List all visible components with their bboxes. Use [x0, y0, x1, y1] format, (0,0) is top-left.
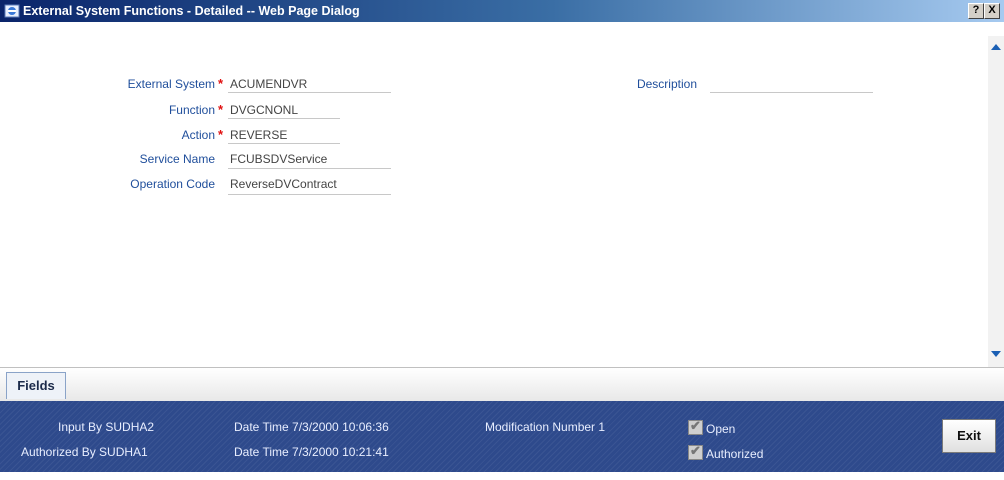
help-button[interactable]: ? [968, 3, 984, 19]
window-title: External System Functions - Detailed -- … [23, 4, 360, 18]
external-system-label: External System [127, 77, 215, 91]
service-name-field[interactable]: FCUBSDVService [230, 152, 327, 166]
action-field[interactable]: REVERSE [230, 128, 287, 142]
audit-footer: Input By SUDHA2 Authorized By SUDHA1 Dat… [0, 401, 1004, 472]
tab-strip: Fields [0, 367, 1004, 401]
input-by-text: Input By SUDHA2 [58, 420, 155, 434]
open-label: Open [706, 422, 736, 436]
function-underline [228, 118, 340, 119]
service-name-underline [228, 168, 391, 169]
exit-button[interactable]: Exit [942, 419, 996, 453]
operation-code-underline [228, 194, 391, 195]
external-system-underline [228, 92, 391, 93]
function-label: Function [168, 103, 215, 117]
open-checkbox[interactable]: ✔ [688, 418, 703, 435]
required-marker: * [218, 102, 224, 117]
scroll-up-arrow-icon[interactable] [991, 44, 1001, 50]
authorized-label: Authorized [706, 447, 764, 461]
service-name-label: Service Name [139, 152, 215, 166]
action-label: Action [181, 128, 215, 142]
modification-number-text: Modification Number 1 [485, 420, 606, 434]
checkmark-icon: ✔ [690, 418, 701, 433]
input-date-time-text: Date Time 7/3/2000 10:06:36 [234, 420, 389, 434]
operation-code-field[interactable]: ReverseDVContract [230, 177, 337, 191]
operation-code-label: Operation Code [130, 177, 215, 191]
scroll-down-arrow-icon[interactable] [991, 351, 1001, 357]
checkmark-icon: ✔ [690, 443, 701, 458]
title-bar: External System Functions - Detailed -- … [0, 0, 1004, 22]
form-area: External System * ACUMENDVR Function * D… [0, 22, 988, 367]
required-marker: * [218, 127, 224, 142]
description-label: Description [636, 77, 697, 91]
action-underline [228, 143, 340, 144]
function-field[interactable]: DVGCNONL [230, 103, 298, 117]
ie-window-icon [4, 4, 20, 18]
authorized-by-text: Authorized By SUDHA1 [21, 445, 148, 459]
auth-date-time-text: Date Time 7/3/2000 10:21:41 [234, 445, 389, 459]
required-marker: * [218, 76, 224, 91]
vertical-scrollbar[interactable] [988, 36, 1004, 367]
description-underline [710, 92, 873, 93]
tab-fields[interactable]: Fields [6, 372, 66, 399]
external-system-field[interactable]: ACUMENDVR [230, 77, 307, 91]
authorized-checkbox[interactable]: ✔ [688, 443, 703, 460]
close-button[interactable]: X [984, 3, 1000, 19]
window-bottom-edge [0, 472, 1004, 480]
